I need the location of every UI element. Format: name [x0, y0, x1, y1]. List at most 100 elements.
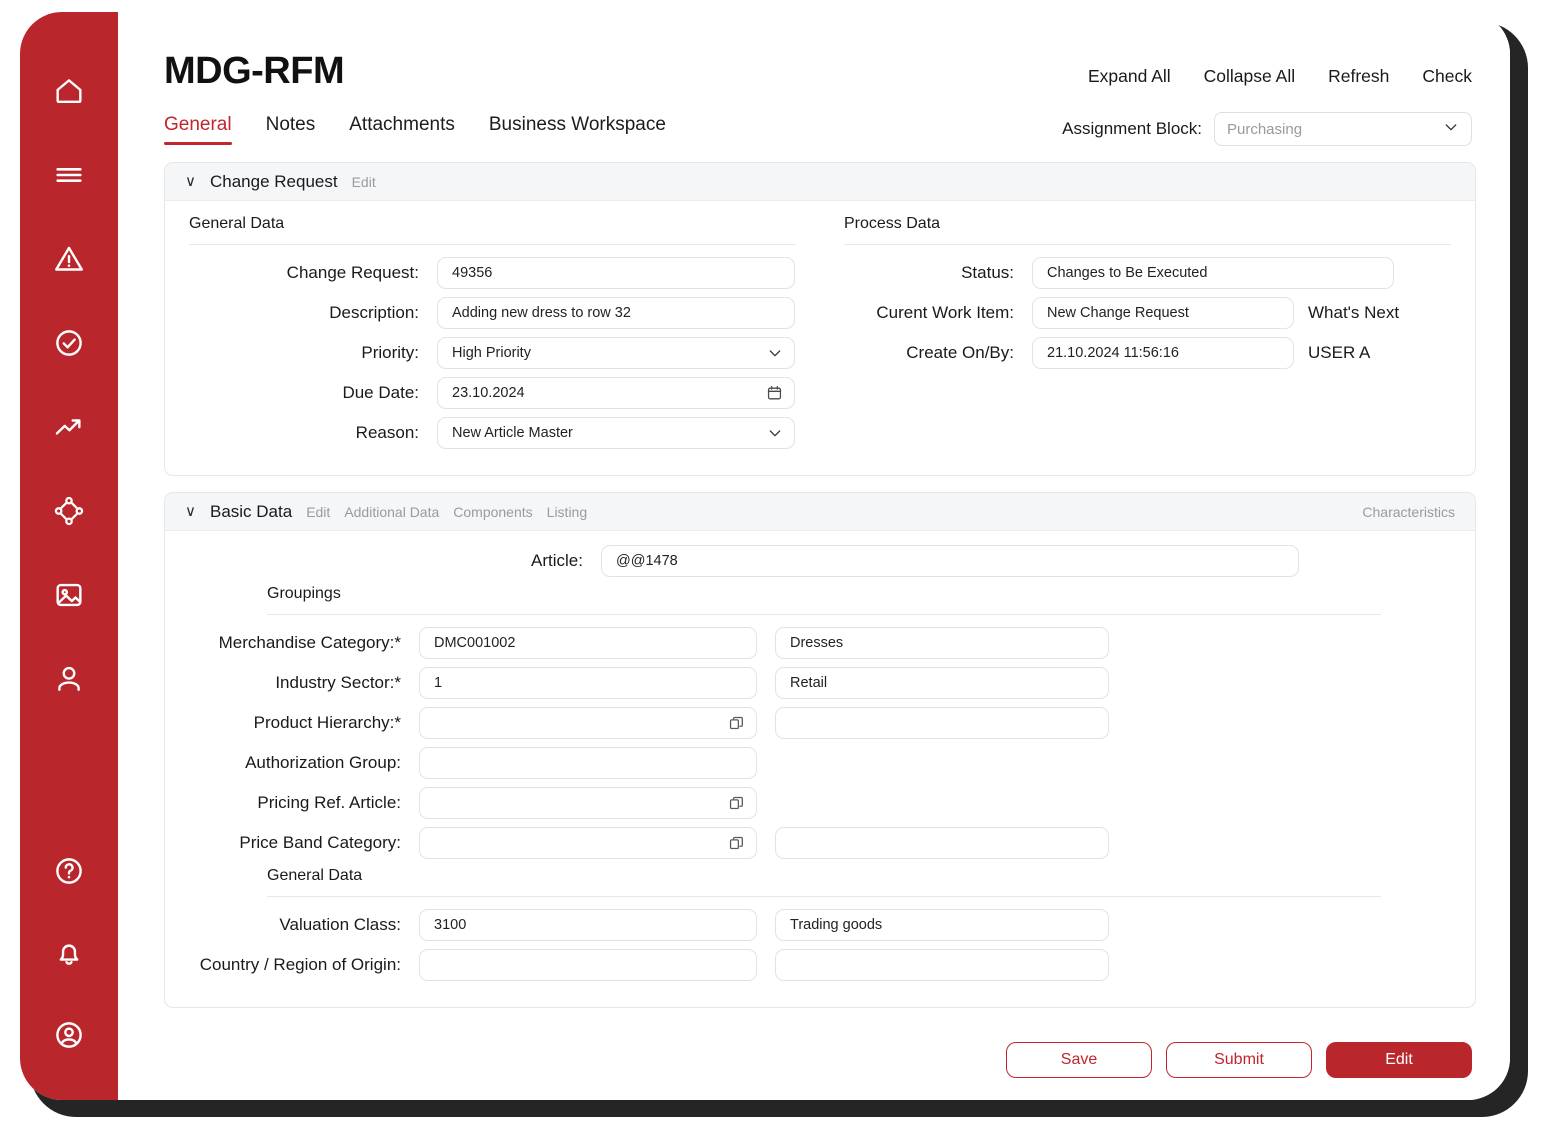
tab-business-workspace[interactable]: Business Workspace [489, 114, 666, 145]
status-label: Status: [961, 263, 1014, 282]
basic-data-listing-link[interactable]: Listing [547, 504, 587, 520]
save-button[interactable]: Save [1006, 1042, 1152, 1078]
trending-up-icon[interactable] [42, 400, 96, 454]
change-request-panel: ∨ Change Request Edit General Data Chang… [164, 162, 1476, 476]
due-date-input[interactable]: 23.10.2024 [437, 377, 795, 409]
article-input[interactable]: @@1478 [601, 545, 1299, 577]
price-band-category-label: Price Band Category: [239, 833, 401, 852]
field-row-merchandise-category: Merchandise Category:* DMC001002 Dresses [189, 627, 1451, 659]
image-icon[interactable] [42, 568, 96, 622]
current-work-item-label: Curent Work Item: [876, 303, 1014, 322]
tab-notes[interactable]: Notes [266, 114, 316, 145]
expand-all-button[interactable]: Expand All [1088, 66, 1171, 87]
network-node-icon[interactable] [42, 484, 96, 538]
person-icon[interactable] [42, 652, 96, 706]
basic-data-components-link[interactable]: Components [453, 504, 532, 520]
assignment-block-label: Assignment Block: [1062, 119, 1202, 138]
status-input[interactable]: Changes to Be Executed [1032, 257, 1394, 289]
authorization-group-input[interactable] [419, 747, 757, 779]
refresh-button[interactable]: Refresh [1328, 66, 1389, 87]
reason-label: Reason: [355, 423, 419, 442]
country-region-of-origin-label: Country / Region of Origin: [199, 955, 401, 974]
change-request-panel-title: Change Request [209, 171, 338, 191]
chevron-down-icon[interactable]: ∨ [185, 504, 196, 519]
authorization-group-label: Authorization Group: [245, 753, 401, 772]
merchandise-category-code-input[interactable]: DMC001002 [419, 627, 757, 659]
valuation-class-description-input[interactable]: Trading goods [775, 909, 1109, 941]
country-region-of-origin-description-input[interactable] [775, 949, 1109, 981]
field-row-authorization-group: Authorization Group: [189, 747, 1451, 779]
priority-value: High Priority [452, 345, 531, 361]
description-label: Description: [329, 303, 419, 322]
general-data-section-title: General Data [189, 215, 285, 232]
warning-triangle-icon[interactable] [42, 232, 96, 286]
chevron-down-icon[interactable]: ∨ [185, 174, 196, 189]
tab-row: General Notes Attachments Business Works… [164, 112, 1476, 146]
basic-data-panel-header: ∨ Basic Data Edit Additional Data Compon… [165, 493, 1475, 531]
change-request-edit-link[interactable]: Edit [352, 174, 376, 190]
pricing-ref-article-input[interactable] [419, 787, 757, 819]
merchandise-category-description-input[interactable]: Dresses [775, 627, 1109, 659]
submit-button[interactable]: Submit [1166, 1042, 1312, 1078]
chevron-down-icon [1443, 119, 1459, 139]
page-title: MDG-RFM [164, 50, 345, 92]
field-row-description: Description: Adding new dress to row 32 [189, 297, 796, 329]
whats-next-link[interactable]: What's Next [1308, 303, 1399, 323]
section-divider [844, 244, 1451, 245]
collapse-all-button[interactable]: Collapse All [1204, 66, 1295, 87]
price-band-category-input[interactable] [419, 827, 757, 859]
create-on-by-label: Create On/By: [906, 343, 1014, 362]
edit-button[interactable]: Edit [1326, 1042, 1472, 1078]
copy-icon[interactable] [728, 835, 745, 852]
general-data-column: General Data Change Request: 49356 Descr… [189, 215, 796, 457]
current-work-item-input[interactable]: New Change Request [1032, 297, 1294, 329]
industry-sector-label: Industry Sector:* [275, 673, 401, 692]
home-icon[interactable] [42, 64, 96, 118]
copy-icon[interactable] [728, 795, 745, 812]
chevron-down-icon[interactable] [767, 425, 783, 441]
field-row-country-region-of-origin: Country / Region of Origin: [189, 949, 1451, 981]
help-circle-icon[interactable] [42, 844, 96, 898]
assignment-block-value: Purchasing [1227, 120, 1303, 138]
section-divider [267, 614, 1381, 615]
sidebar-top-nav [42, 64, 96, 706]
check-circle-icon[interactable] [42, 316, 96, 370]
product-hierarchy-code-input[interactable] [419, 707, 757, 739]
basic-general-data-section-title: General Data [267, 867, 363, 884]
reason-select[interactable]: New Article Master [437, 417, 795, 449]
product-hierarchy-description-input[interactable] [775, 707, 1109, 739]
change-request-input[interactable]: 49356 [437, 257, 795, 289]
chevron-down-icon[interactable] [767, 345, 783, 361]
basic-data-panel: ∨ Basic Data Edit Additional Data Compon… [164, 492, 1476, 1008]
characteristics-link[interactable]: Characteristics [1362, 504, 1455, 520]
basic-data-edit-link[interactable]: Edit [306, 504, 330, 520]
tab-attachments[interactable]: Attachments [349, 114, 455, 145]
basic-data-additional-data-link[interactable]: Additional Data [344, 504, 439, 520]
valuation-class-code-input[interactable]: 3100 [419, 909, 757, 941]
country-region-of-origin-code-input[interactable] [419, 949, 757, 981]
priority-select[interactable]: High Priority [437, 337, 795, 369]
section-divider [267, 896, 1381, 897]
assignment-block-select[interactable]: Purchasing [1214, 112, 1472, 146]
due-date-value: 23.10.2024 [452, 385, 525, 401]
field-row-current-work-item: Curent Work Item: New Change Request Wha… [844, 297, 1451, 329]
section-divider [189, 244, 796, 245]
menu-icon[interactable] [42, 148, 96, 202]
industry-sector-description-input[interactable]: Retail [775, 667, 1109, 699]
bell-icon[interactable] [42, 926, 96, 980]
calendar-icon[interactable] [766, 385, 783, 402]
copy-icon[interactable] [728, 715, 745, 732]
basic-data-panel-body: Article: @@1478 Groupings Merchandise Ca… [165, 531, 1475, 1007]
account-circle-icon[interactable] [42, 1008, 96, 1062]
industry-sector-code-input[interactable]: 1 [419, 667, 757, 699]
description-input[interactable]: Adding new dress to row 32 [437, 297, 795, 329]
field-row-due-date: Due Date: 23.10.2024 [189, 377, 796, 409]
price-band-category-description-input[interactable] [775, 827, 1109, 859]
change-request-panel-body: General Data Change Request: 49356 Descr… [165, 201, 1475, 475]
priority-label: Priority: [361, 343, 419, 362]
sidebar [20, 12, 118, 1100]
field-row-priority: Priority: High Priority [189, 337, 796, 369]
create-on-by-input[interactable]: 21.10.2024 11:56:16 [1032, 337, 1294, 369]
check-button[interactable]: Check [1422, 66, 1472, 87]
tab-general[interactable]: General [164, 114, 232, 145]
